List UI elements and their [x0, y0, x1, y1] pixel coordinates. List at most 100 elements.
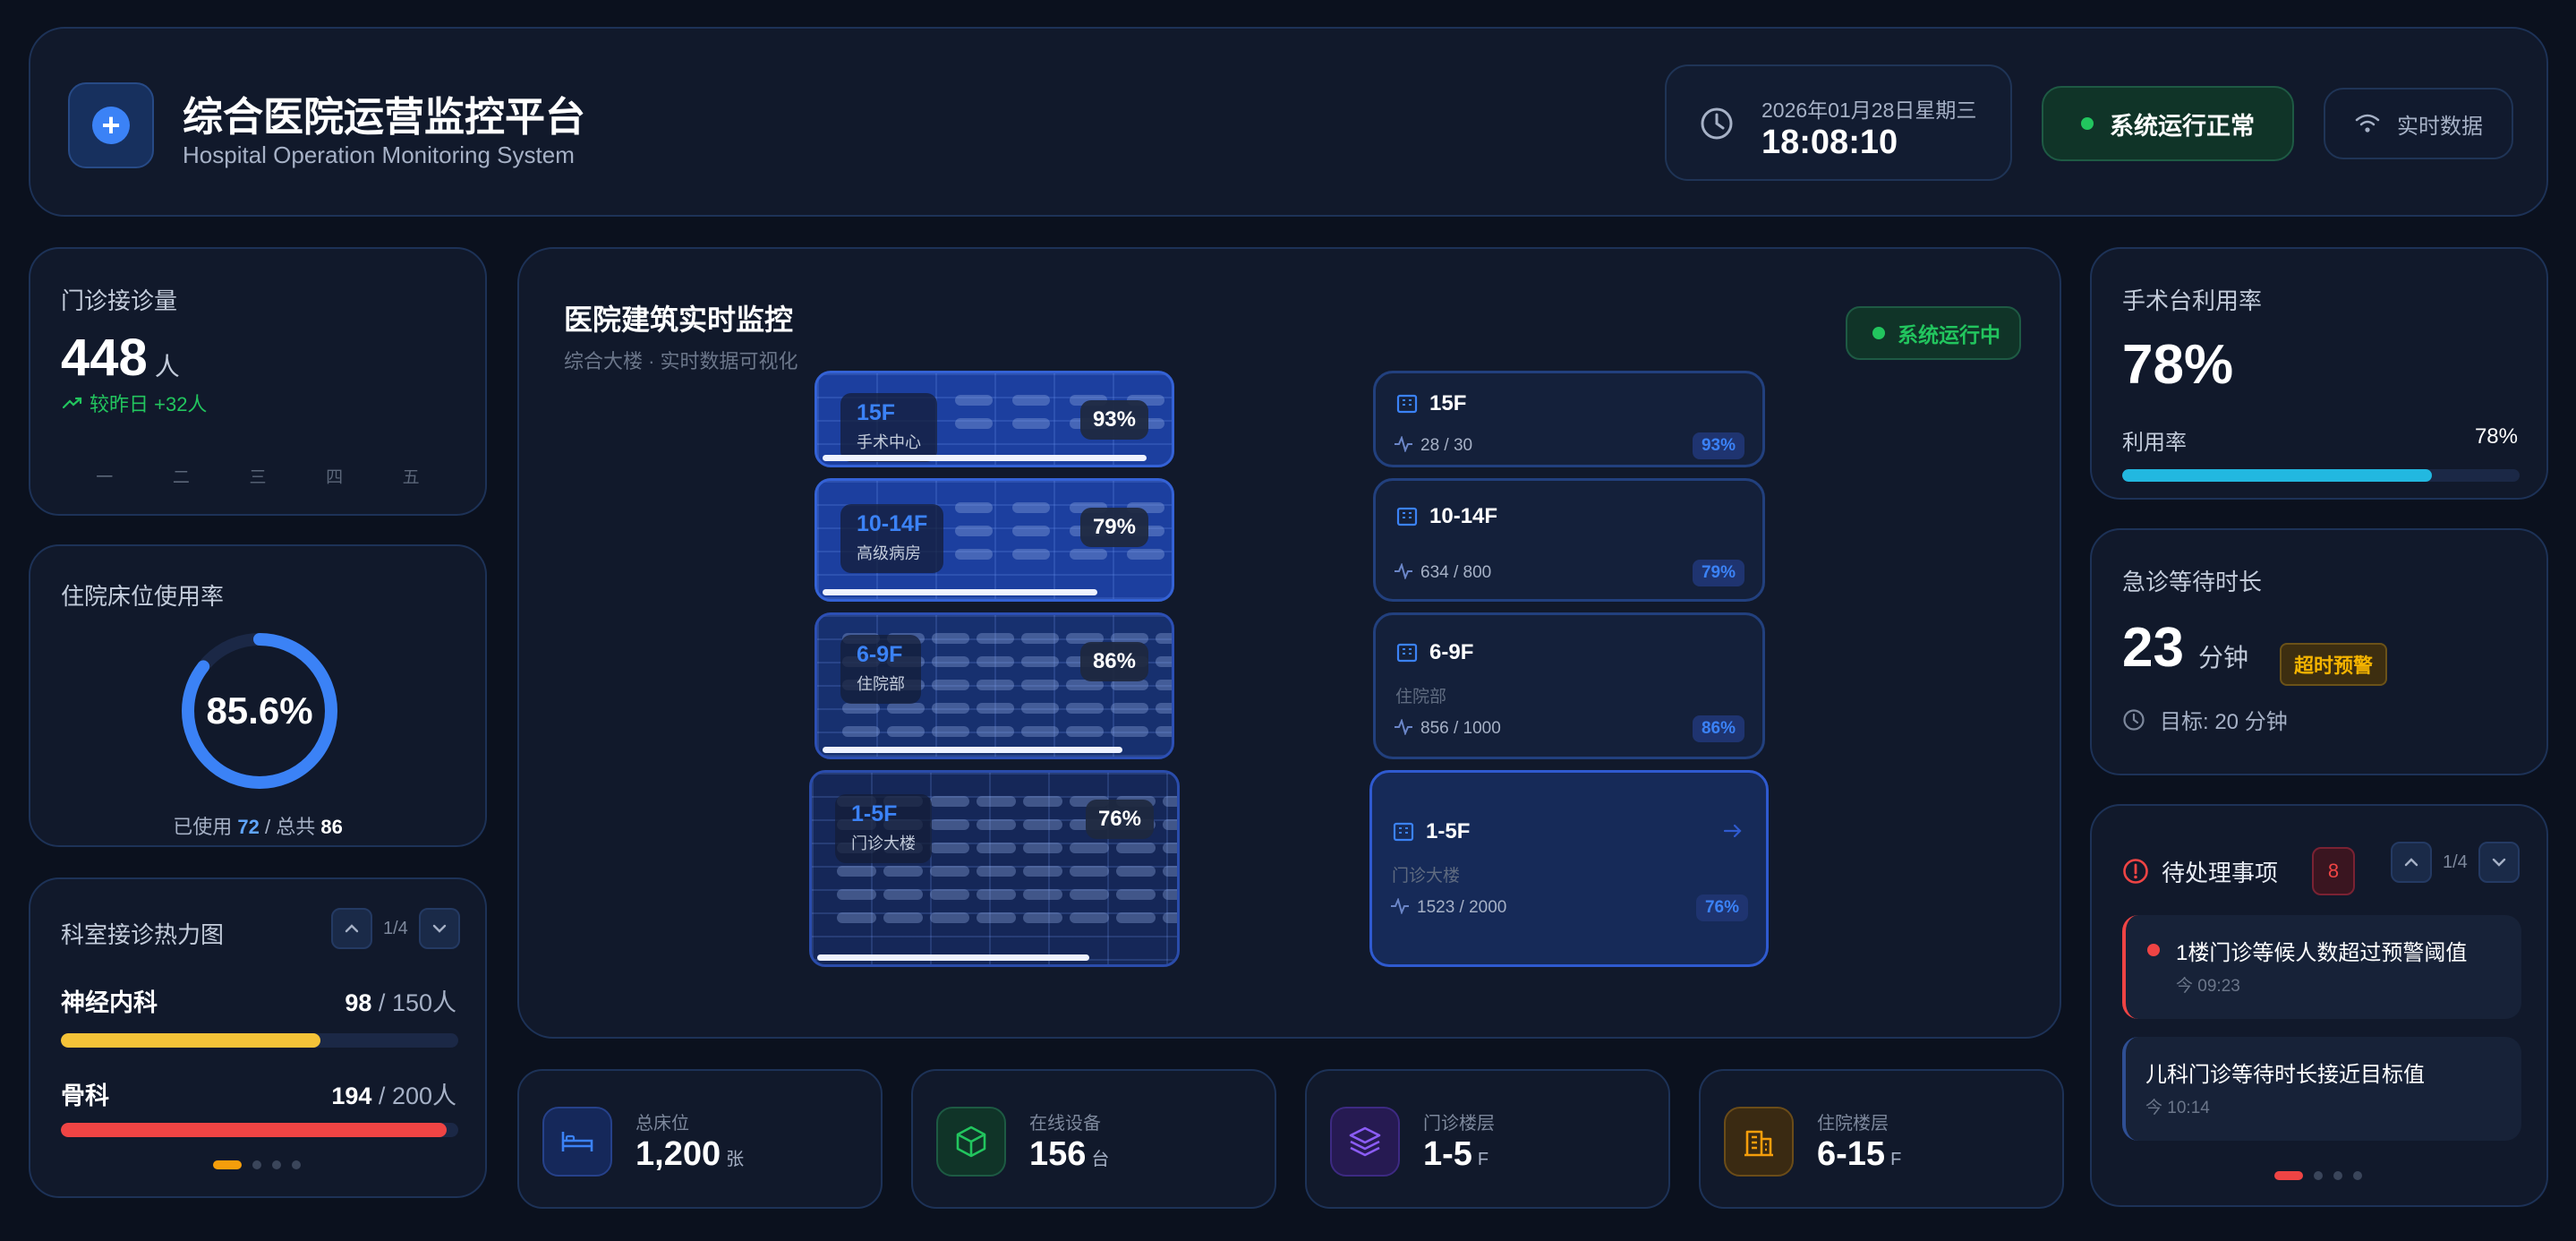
status-dot: [1872, 327, 1885, 339]
bed-usage-footer: 已使用 72 / 总共 86: [30, 811, 485, 840]
floor-block-6-9f[interactable]: 6-9F 住院部 86%: [815, 612, 1174, 759]
floor-card-1-5f[interactable]: 1-5F 门诊大楼 1523 / 2000 76%: [1369, 770, 1769, 967]
floor-card-10-14f[interactable]: 10-14F 634 / 800 79%: [1373, 478, 1765, 602]
floor-block-10-14f[interactable]: 10-14F 高级病房 79%: [815, 478, 1174, 602]
outpatient-title: 门诊接诊量: [61, 287, 178, 314]
next-page-button[interactable]: [2478, 842, 2520, 883]
floor-card-title: 6-9F: [1429, 640, 1474, 664]
bed-usage-rate: 85.6%: [206, 689, 313, 732]
floor-card-6-9f[interactable]: 6-9F 住院部 856 / 1000 86%: [1373, 612, 1765, 759]
outpatient-unit: 人: [154, 353, 180, 381]
floor-name: 6-9F: [857, 642, 903, 667]
floor-block-15f[interactable]: 15F 手术中心 93%: [815, 371, 1174, 467]
stat-label: 总床位: [635, 1114, 689, 1134]
system-status-badge: 系统运行正常: [2042, 86, 2294, 161]
floor-percent: 86%: [1079, 642, 1148, 681]
stat-label: 门诊楼层: [1423, 1114, 1495, 1134]
page-dot-active[interactable]: [2274, 1171, 2303, 1180]
pending-header: 待处理事项 8: [2122, 847, 2356, 895]
floor-desc: 门诊大楼: [851, 834, 916, 852]
cube-icon: [936, 1107, 1006, 1177]
page-subtitle: Hospital Operation Monitoring System: [183, 141, 575, 168]
weekday-label: 三: [249, 468, 267, 487]
activity-icon: [1395, 563, 1412, 579]
dept-value: 98: [345, 989, 372, 1016]
trend-up-icon: [63, 397, 82, 409]
stat-value: 6-15 F: [1817, 1135, 1901, 1174]
layers-icon: [1330, 1107, 1400, 1177]
er-wait-card: 急诊等待时长 23 分钟 超时预警 目标: 20 分钟: [2090, 528, 2548, 775]
floor-card-title: 10-14F: [1429, 504, 1498, 528]
stat-number: 6-15: [1817, 1135, 1886, 1173]
stat-card-inpatient-floors: 住院楼层 6-15 F: [1699, 1069, 2064, 1209]
page-dot[interactable]: [2314, 1171, 2323, 1180]
er-goal: 目标: 20 分钟: [2122, 704, 2288, 735]
chevron-up-icon: [345, 924, 359, 933]
floor-card-15f[interactable]: 15F 28 / 30 93%: [1373, 371, 1765, 467]
stat-value: 1-5 F: [1423, 1135, 1488, 1174]
page-dot[interactable]: [292, 1160, 301, 1169]
running-status-badge: 系统运行中: [1846, 306, 2021, 360]
prev-page-button[interactable]: [2391, 842, 2432, 883]
surgery-value: 78%: [2122, 334, 2234, 396]
dept-count: 98 / 150人: [345, 989, 456, 1016]
floor-card-desc: 住院部: [1395, 688, 1447, 706]
floor-card-badge: 79%: [1692, 560, 1744, 586]
weekday-label: 四: [326, 468, 344, 487]
separator: /: [264, 816, 271, 838]
building-icon: [1393, 822, 1414, 842]
floor-card-title: 15F: [1429, 391, 1467, 415]
dept-bar-fill: [61, 1033, 320, 1048]
floor-card-badge: 93%: [1692, 432, 1744, 459]
weekday-label: 二: [172, 468, 190, 487]
page-dot-active[interactable]: [213, 1160, 242, 1169]
heatmap-pager: 1/4: [331, 908, 460, 949]
page-dot[interactable]: [272, 1160, 281, 1169]
page-dot[interactable]: [2353, 1171, 2362, 1180]
prev-page-button[interactable]: [331, 908, 372, 949]
pending-pager: 1/4: [2391, 842, 2520, 883]
stat-unit: 张: [726, 1150, 745, 1169]
page-dot[interactable]: [252, 1160, 261, 1169]
heatmap-title: 科室接诊热力图: [61, 921, 225, 948]
floor-card-count: 1523 / 2000: [1417, 898, 1507, 917]
current-time: 18:08:10: [1761, 124, 1898, 161]
stat-number: 156: [1029, 1135, 1087, 1173]
floor-card-desc: 门诊大楼: [1392, 867, 1461, 886]
used-value: 72: [237, 816, 260, 838]
total-value: 86: [320, 816, 343, 838]
next-page-button[interactable]: [418, 908, 460, 949]
building-monitor-panel: 医院建筑实时监控 综合大楼 · 实时数据可视化 系统运行中 15F 手术中心 9…: [517, 247, 2061, 1039]
weekday-axis: 一 二 三 四 五: [30, 464, 485, 488]
floor-block-1-5f[interactable]: 1-5F 门诊大楼 76%: [809, 770, 1180, 967]
header-bar: + 综合医院运营监控平台 Hospital Operation Monitori…: [29, 27, 2548, 217]
live-data-button[interactable]: 实时数据: [2324, 88, 2513, 159]
floor-percent: 93%: [1079, 400, 1148, 440]
pending-items-card: 待处理事项 8 1/4 1楼门诊等候人数超过预警阈值 今 09:23 儿科门诊等…: [2090, 804, 2548, 1207]
floor-usage-bar: [823, 589, 1097, 595]
stat-value: 156 台: [1029, 1135, 1109, 1174]
dept-bar-fill: [61, 1123, 447, 1137]
dept-name: 神经内科: [61, 989, 158, 1016]
floor-tag: 15F 手术中心: [840, 393, 937, 462]
pending-item-time: 今 10:14: [2145, 1099, 2210, 1117]
pending-item[interactable]: 1楼门诊等候人数超过预警阈值 今 09:23: [2122, 915, 2521, 1019]
plus-icon: +: [92, 107, 130, 144]
pending-item[interactable]: 儿科门诊等待时长接近目标值 今 10:14: [2122, 1037, 2521, 1141]
floor-usage-bar: [823, 455, 1147, 461]
page-dot[interactable]: [2333, 1171, 2342, 1180]
system-status-label: 系统运行正常: [2110, 112, 2255, 140]
stat-number: 1,200: [635, 1135, 721, 1173]
wifi-icon: [2355, 114, 2380, 133]
utilization-percent: 78%: [2474, 424, 2518, 449]
er-goal-label: 目标: 20 分钟: [2160, 710, 2288, 734]
floor-tag: 6-9F 住院部: [840, 635, 921, 704]
stat-unit: F: [1477, 1150, 1489, 1169]
running-status-label: 系统运行中: [1898, 323, 2000, 347]
er-number: 23: [2122, 617, 2184, 679]
dept-value: 194: [331, 1083, 372, 1109]
used-label: 已使用: [173, 816, 233, 838]
arrow-right-icon: [1723, 824, 1742, 838]
clock-icon: [2123, 708, 2145, 731]
stat-card-outpatient-floors: 门诊楼层 1-5 F: [1305, 1069, 1670, 1209]
